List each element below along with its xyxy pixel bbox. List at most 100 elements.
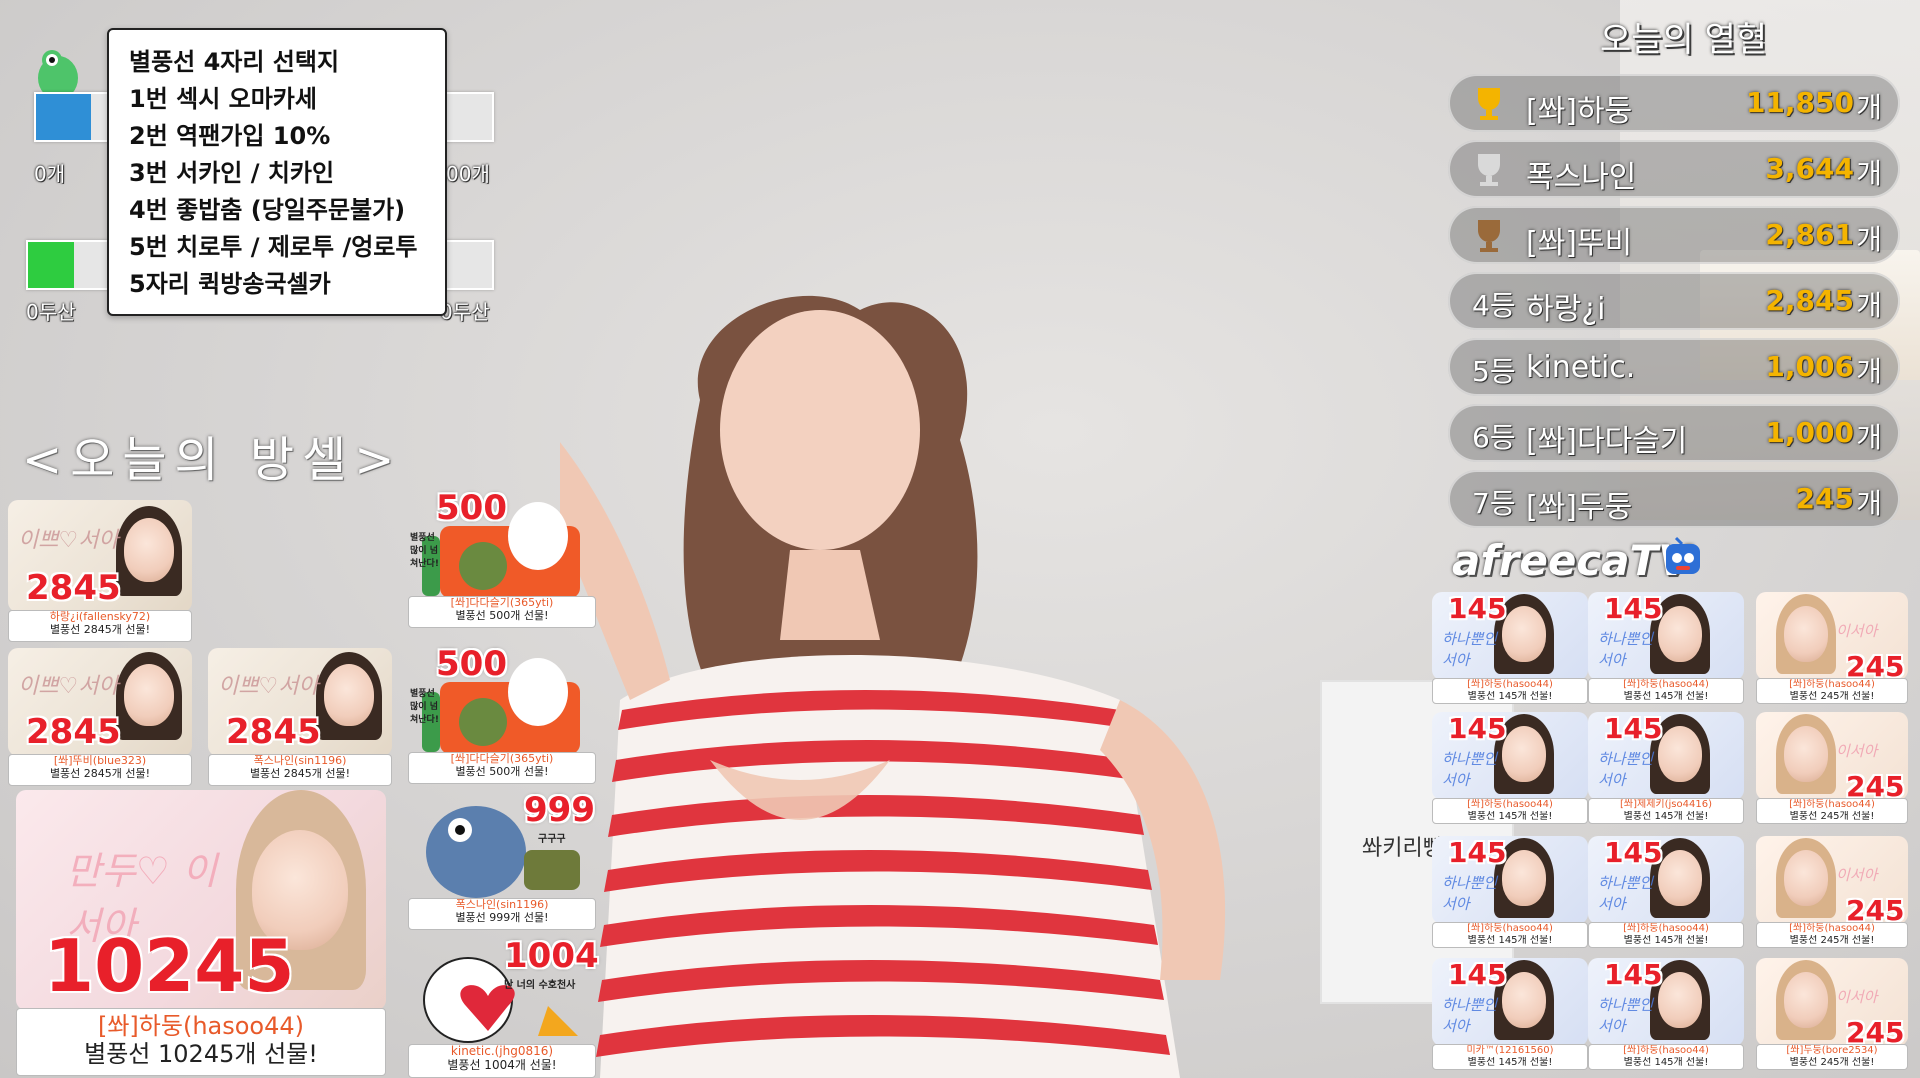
gift-card: 하나뿐인 서아 145 [쏴]하둥(hasoo44) 별풍선 145개 선물! (1588, 958, 1744, 1070)
gift-user: [쏴]다다슬기(365yti) (450, 753, 554, 765)
gift-user: [쏴]하둥(hasoo44) (1789, 799, 1875, 810)
ranking-value: 3,644 (1765, 152, 1854, 185)
gift-caption: [쏴]하둥(hasoo44) 별풍선 10245개 선물! (16, 1008, 386, 1076)
memo-line: 1번 섹시 오마카세 (129, 85, 317, 113)
gift-caption: [쏴]제제키(jso4416) 별풍선 145개 선물! (1588, 798, 1744, 824)
bronze-trophy-icon (1478, 220, 1500, 252)
ranking-value: 11,850 (1745, 86, 1854, 119)
gift-caption: 미카™(12161560) 별풍선 145개 선물! (1432, 1044, 1588, 1070)
goal-bottom-right-label: 0두산 (440, 300, 490, 324)
afreecatv-logo: afreecaTV (1452, 536, 1691, 585)
card-face (324, 664, 374, 726)
sticker-text: 난 너의 수호천사 (504, 980, 576, 991)
ranking-value: 1,006 (1765, 350, 1854, 383)
card-face (1784, 972, 1828, 1028)
gift-user: 하랑¿i(fallensky72) (49, 611, 151, 623)
ranking-unit: 개 (1856, 157, 1882, 190)
card-script: 하나뿐인 서아 (1598, 874, 1654, 913)
gift-user: [쏴]하둥(hasoo44) (1623, 923, 1709, 934)
gift-count: 145 (1604, 592, 1663, 625)
gift-message: 별풍선 145개 선물! (1467, 934, 1553, 946)
ranking-position: 6등 (1472, 421, 1516, 454)
gift-card: 이서아 245 [쏴]하둥(hasoo44) 별풍선 245개 선물! (1756, 592, 1908, 704)
gift-sticker: 999 구구구 폭스나인(sin1196) 별풍선 999개 선물! (408, 790, 596, 930)
ranking-unit: 개 (1856, 289, 1882, 322)
gift-message: 별풍선 2845개 선물! (49, 623, 151, 636)
gift-user: [쏴]하둥(hasoo44) (1789, 679, 1875, 690)
memo-line: 2번 역팬가입 10% (129, 122, 331, 150)
card-face (1784, 606, 1828, 662)
ranking-unit: 개 (1856, 487, 1882, 520)
sticker-text: 별풍선 많이 넘쳐난다! (410, 533, 439, 569)
gift-caption: [쏴]하둥(hasoo44) 별풍선 145개 선물! (1432, 798, 1588, 824)
video-stage: 쏴키리빵붐? 0개 00개 0두산 0두산 별풍선 4자리 선택지 1번 섹시 … (0, 0, 1920, 1078)
ranking-row: 폭스나인 3,644 개 (1448, 140, 1900, 198)
gift-message: 별풍선 145개 선물! (1467, 810, 1553, 822)
ranking-row: 6등 [쏴]다다슬기 1,000 개 (1448, 404, 1900, 462)
gift-message: 별풍선 145개 선물! (1623, 934, 1709, 946)
gift-count: 145 (1604, 836, 1663, 869)
card-script: 하나뿐인 서아 (1598, 750, 1654, 789)
ranking-name: 하랑¿i (1526, 292, 1606, 327)
gift-card-large: 만두♡ 이서아 10245 [쏴]하둥(hasoo44) 별풍선 10245개 … (16, 790, 386, 1078)
gift-caption: 하랑¿i(fallensky72) 별풍선 2845개 선물! (8, 610, 192, 642)
gift-message: 별풍선 10245개 선물! (84, 1040, 318, 1068)
gift-caption: [쏴]하둥(hasoo44) 별풍선 145개 선물! (1432, 922, 1588, 948)
gift-user: [쏴]하둥(hasoo44) (1467, 679, 1553, 690)
gift-caption: [쏴]하둥(hasoo44) 별풍선 145개 선물! (1588, 678, 1744, 704)
gift-user: [쏴]하둥(hasoo44) (1789, 923, 1875, 934)
gift-user: [쏴]뚜비(blue323) (53, 755, 147, 767)
gift-caption: [쏴]뚜비(blue323) 별풍선 2845개 선물! (8, 754, 192, 786)
card-script: 하나뿐인 서아 (1442, 996, 1498, 1035)
sticker-count: 1004 (504, 936, 599, 976)
gift-card: 이쁘♡서아 2845 하랑¿i(fallensky72) 별풍선 2845개 선… (8, 500, 192, 642)
gift-card: 하나뿐인 서아 145 [쏴]하둥(hasoo44) 별풍선 145개 선물! (1432, 712, 1588, 824)
card-script: 이쁘♡서아 (18, 674, 119, 699)
tv-mascot-icon (1666, 536, 1700, 574)
gift-user: [쏴]하둥(hasoo44) (97, 1013, 305, 1040)
card-script: 하나뿐인 서아 (1442, 874, 1498, 913)
goal-bottom-left-label: 0두산 (26, 300, 76, 324)
card-script: 하나뿐인 서아 (1442, 630, 1498, 669)
gift-caption: kinetic.(jhg0816) 별풍선 1004개 선물! (408, 1044, 596, 1078)
ranking-name: [쏴]뚜비 (1526, 226, 1633, 261)
gift-card: 이서아 245 [쏴]두둥(bore2534) 별풍선 245개 선물! (1756, 958, 1908, 1070)
gift-message: 별풍선 500개 선물! (455, 765, 549, 778)
memo-line: 4번 좋밥춤 (당일주문불가) (129, 196, 406, 224)
donation-options-memo: 별풍선 4자리 선택지 1번 섹시 오마카세 2번 역팬가입 10% 3번 서카… (107, 28, 447, 316)
ranking-unit: 개 (1856, 223, 1882, 256)
ranking-value: 1,000 (1765, 416, 1854, 449)
gift-caption: [쏴]하둥(hasoo44) 별풍선 245개 선물! (1756, 922, 1908, 948)
gift-count: 2845 (26, 568, 121, 608)
ranking-row: 4등 하랑¿i 2,845 개 (1448, 272, 1900, 330)
gift-user: 폭스나인(sin1196) (253, 755, 347, 767)
ranking-name: 폭스나인 (1526, 160, 1637, 195)
gift-message: 별풍선 999개 선물! (455, 911, 549, 924)
bangsel-title: <오늘의 방셀> (22, 432, 403, 488)
gift-card: 이서아 245 [쏴]하둥(hasoo44) 별풍선 245개 선물! (1756, 712, 1908, 824)
gift-user: [쏴]하둥(hasoo44) (1623, 679, 1709, 690)
ranking-name: kinetic. (1526, 350, 1636, 385)
gift-card: 하나뿐인 서아 145 [쏴]하둥(hasoo44) 별풍선 145개 선물! (1588, 592, 1744, 704)
gift-card: 하나뿐인 서아 145 [쏴]하둥(hasoo44) 별풍선 145개 선물! (1588, 836, 1744, 948)
gift-user: [쏴]두둥(bore2534) (1786, 1045, 1878, 1056)
ranking-row: 5등 kinetic. 1,006 개 (1448, 338, 1900, 396)
ranking-name: [쏴]두둥 (1526, 490, 1633, 525)
card-script: 이쁘♡서아 (18, 528, 119, 553)
ranking-position: 5등 (1472, 355, 1516, 388)
sticker-count: 999 (524, 790, 595, 830)
gift-user: [쏴]하둥(hasoo44) (1467, 799, 1553, 810)
card-script: 이서아 (1836, 866, 1878, 884)
gift-card: 이쁘♡서아 2845 [쏴]뚜비(blue323) 별풍선 2845개 선물! (8, 648, 192, 786)
gift-count: 145 (1448, 958, 1507, 991)
gift-user: [쏴]다다슬기(365yti) (450, 597, 554, 609)
ranking-position: 4등 (1472, 289, 1516, 322)
card-face (1784, 726, 1828, 782)
card-script: 하나뿐인 서아 (1442, 750, 1498, 789)
gift-caption: [쏴]하둥(hasoo44) 별풍선 245개 선물! (1756, 798, 1908, 824)
gift-message: 별풍선 145개 선물! (1623, 810, 1709, 822)
gift-sticker: 1004 난 너의 수호천사 kinetic.(jhg0816) 별풍선 100… (408, 936, 599, 1078)
gift-message: 별풍선 245개 선물! (1789, 1056, 1875, 1068)
ranking-position: 7등 (1472, 487, 1516, 520)
gift-user: 미카™(12161560) (1466, 1045, 1554, 1056)
